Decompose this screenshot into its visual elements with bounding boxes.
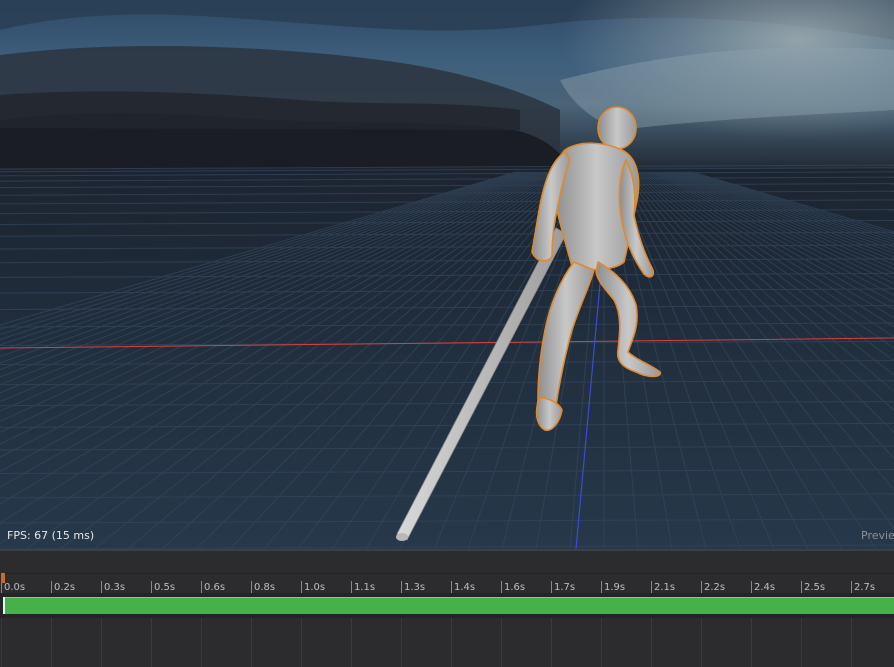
ground-plane	[0, 168, 894, 549]
ruler-tick-label: 1.3s	[404, 582, 426, 593]
ruler-tick-label: 1.0s	[304, 582, 326, 593]
ruler-tick-label: 2.7s	[854, 582, 876, 593]
ruler-tick-label: 1.9s	[604, 582, 626, 593]
3d-viewport[interactable]: FPS: 67 (15 ms) Preview	[0, 0, 894, 549]
ruler-tick-label: 2.2s	[704, 582, 726, 593]
ruler-tick-label: 0.2s	[54, 582, 76, 593]
fps-counter: FPS: 67 (15 ms)	[7, 529, 95, 542]
track-gridline	[401, 618, 402, 667]
track-gridline	[651, 618, 652, 667]
track-gridline	[701, 618, 702, 667]
track-gridline	[1, 618, 2, 667]
viewport-scene	[0, 0, 894, 549]
ruler-tick-label: 1.4s	[454, 582, 476, 593]
ruler-tick-label: 0.3s	[104, 582, 126, 593]
track-gridline	[751, 618, 752, 667]
preview-label: Preview	[861, 529, 894, 542]
ruler-tick-label: 0.8s	[254, 582, 276, 593]
clip-start-handle[interactable]	[3, 597, 5, 614]
playhead-marker[interactable]	[1, 573, 5, 583]
empty-track-area	[0, 618, 894, 667]
track-gridline	[251, 618, 252, 667]
ruler-tick-label: 1.1s	[354, 582, 376, 593]
track-gridline	[351, 618, 352, 667]
track-gridline	[201, 618, 202, 667]
timeline-panel[interactable]: 0.0s 0.2s 0.3s 0.5s 0.6s 0.8s 1.0s 1.1s 1.3s 1.4s…	[0, 551, 894, 667]
track-gridline	[51, 618, 52, 667]
ruler-tick-label: 2.1s	[654, 582, 676, 593]
ruler-tick-label: 1.6s	[504, 582, 526, 593]
ruler-tick-label: 2.5s	[804, 582, 826, 593]
track-gridline	[101, 618, 102, 667]
track-gridline	[851, 618, 852, 667]
time-ruler[interactable]: 0.0s 0.2s 0.3s 0.5s 0.6s 0.8s 1.0s 1.1s 1.3s 1.4s…	[0, 573, 894, 594]
ruler-tick-label: 0.0s	[4, 582, 26, 593]
track-gridline	[601, 618, 602, 667]
track-gridline	[301, 618, 302, 667]
animation-clip[interactable]	[3, 597, 894, 614]
track-gridline	[451, 618, 452, 667]
track-gridline	[551, 618, 552, 667]
track-gridline	[151, 618, 152, 667]
ruler-tick-label: 0.5s	[154, 582, 176, 593]
track-gridline	[801, 618, 802, 667]
ruler-tick-label: 1.7s	[554, 582, 576, 593]
ruler-tick-label: 2.4s	[754, 582, 776, 593]
animation-track[interactable]	[0, 593, 894, 618]
track-gridline	[501, 618, 502, 667]
ruler-tick-label: 0.6s	[204, 582, 226, 593]
